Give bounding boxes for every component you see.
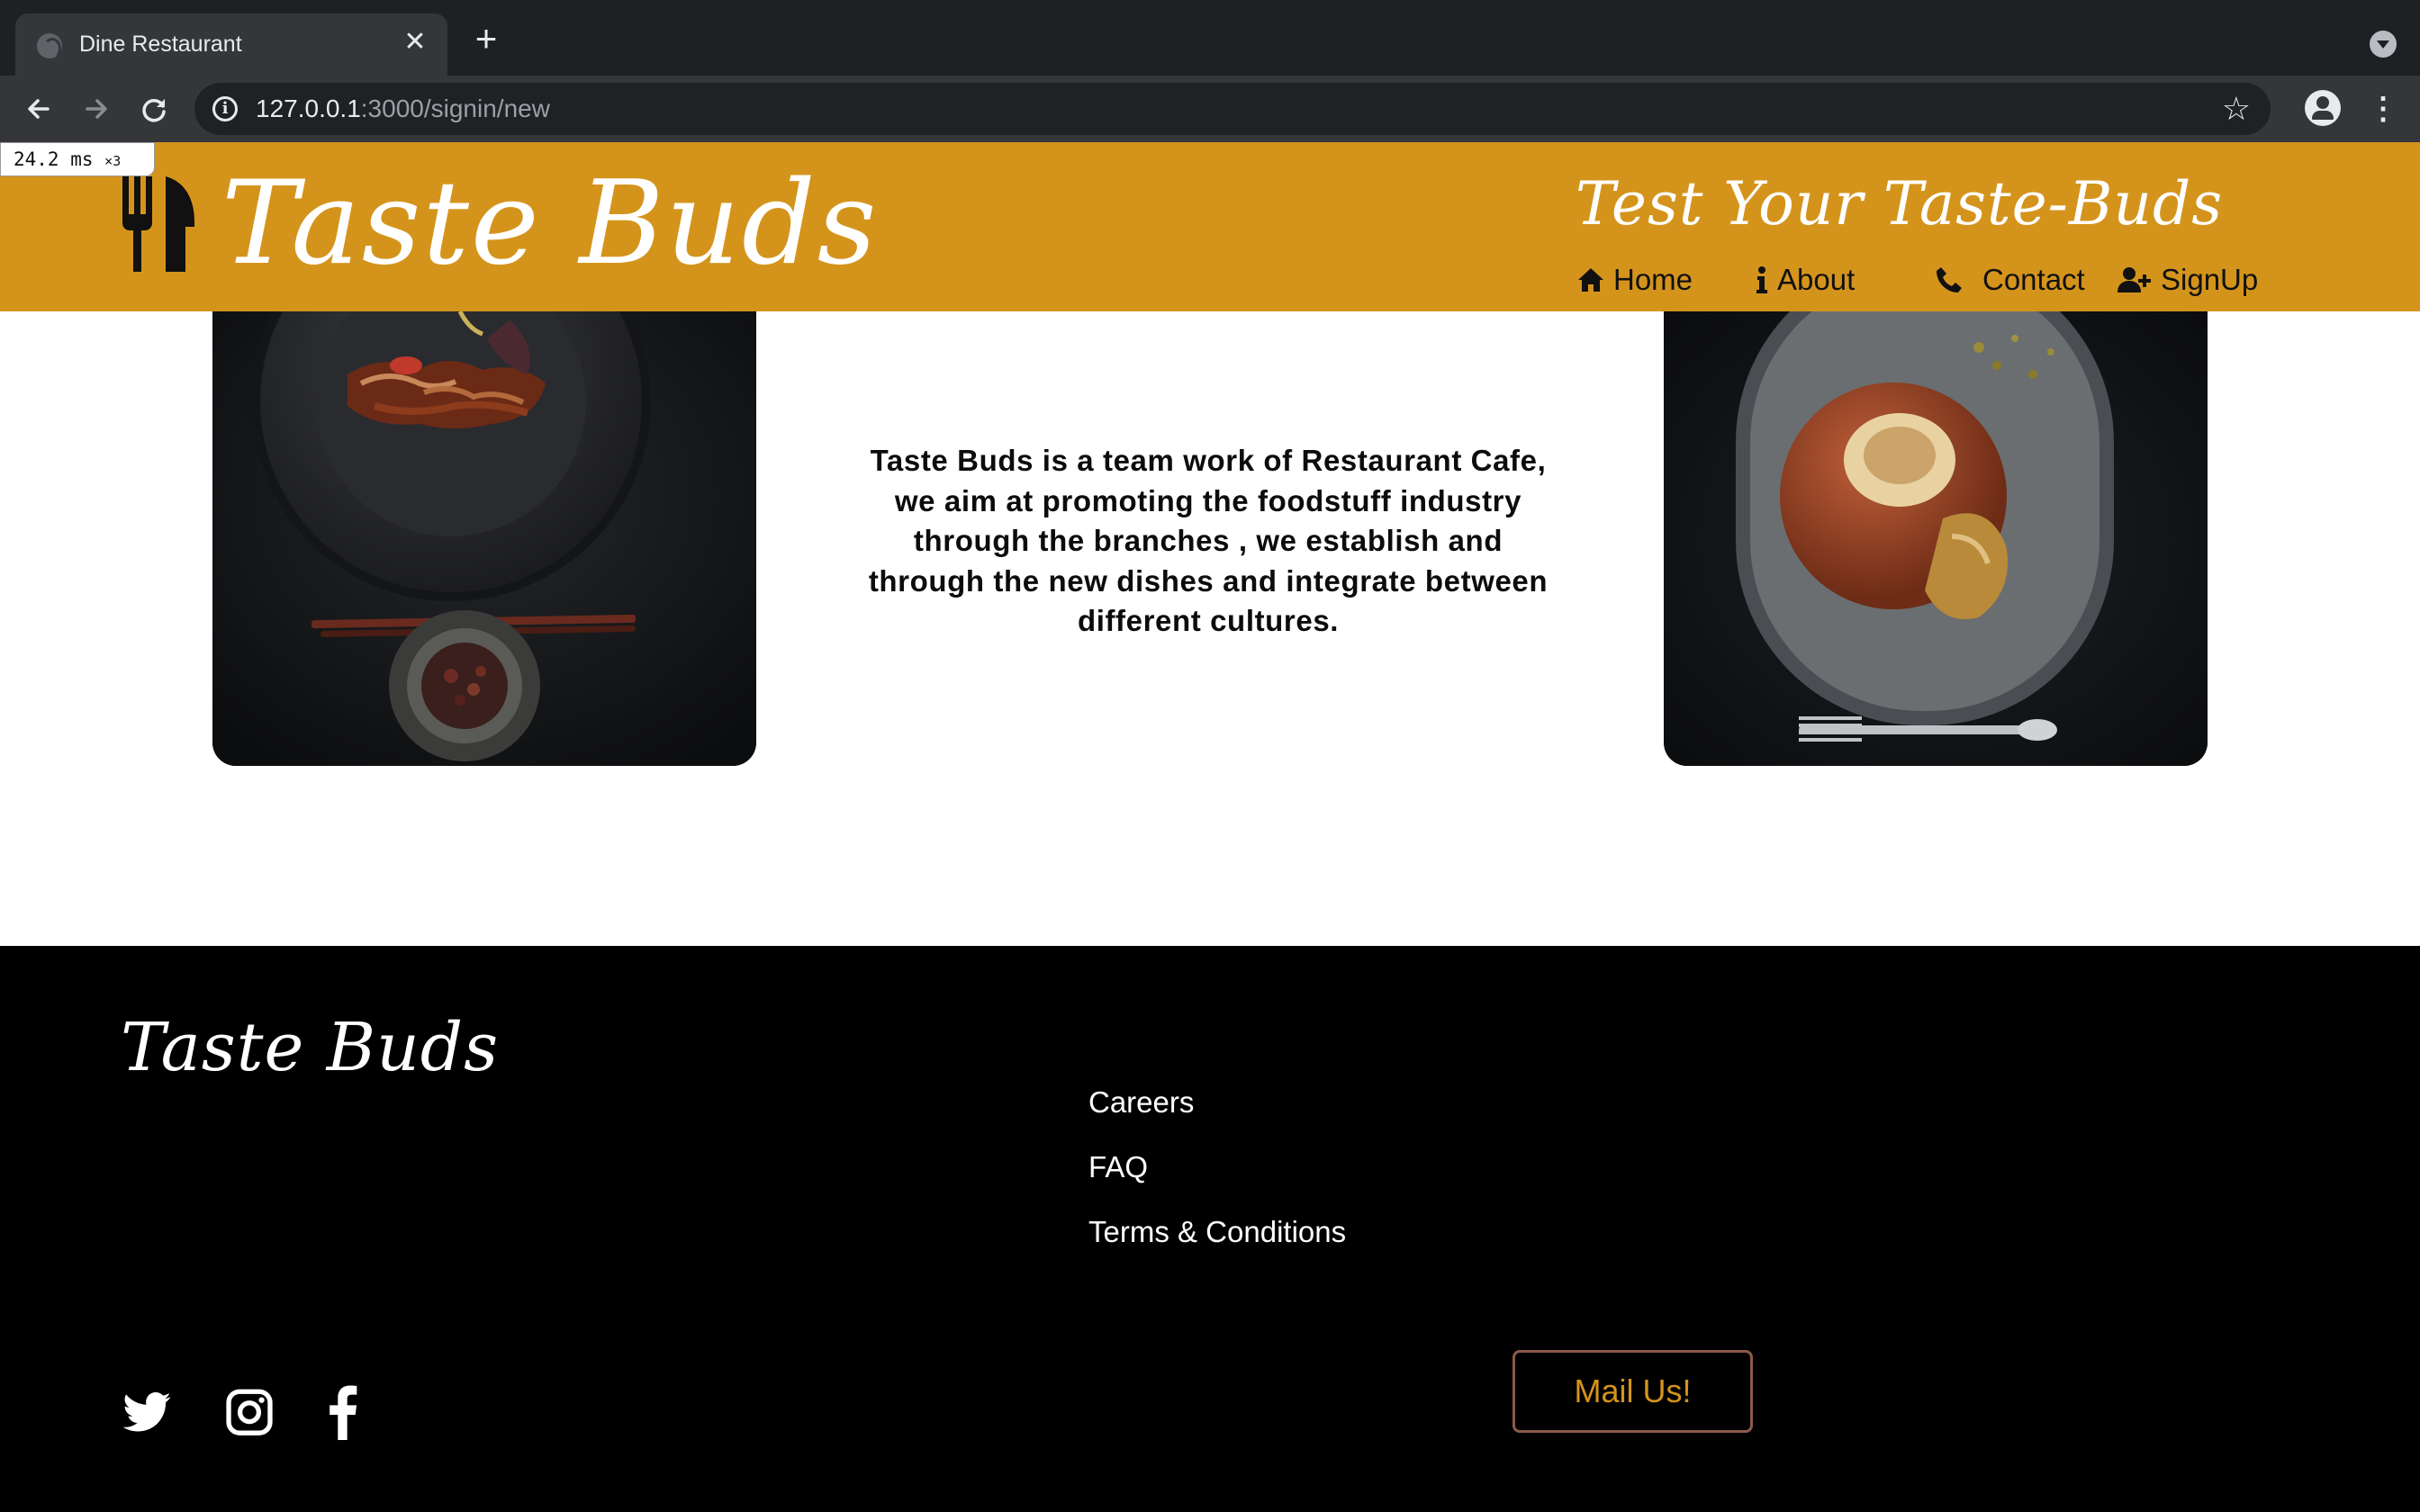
tagline: Test Your Taste-Buds xyxy=(1576,169,2224,238)
nav-signup[interactable]: SignUp xyxy=(2118,262,2258,298)
facebook-icon[interactable] xyxy=(321,1382,362,1440)
site-logo[interactable]: Taste Buds xyxy=(221,157,878,291)
nav-contact-label: Contact xyxy=(1982,263,2085,296)
new-tab-button[interactable]: + xyxy=(470,20,502,58)
browser-toolbar: i 127.0.0.1:3000/signin/new ☆ ⋮ xyxy=(0,76,2420,142)
nav-about[interactable]: About xyxy=(1756,262,1855,298)
site-footer: Taste Buds Careers FAQ Terms & Condition… xyxy=(0,946,2420,1512)
kebab-menu-icon[interactable]: ⋮ xyxy=(2368,88,2398,130)
phone-icon xyxy=(1937,267,1962,292)
back-button[interactable] xyxy=(18,88,59,130)
arrow-left-icon xyxy=(28,99,50,119)
profile-icon[interactable] xyxy=(2305,90,2341,126)
reload-button[interactable] xyxy=(133,88,175,130)
site-header: Taste Buds Test Your Taste-Buds Home Abo… xyxy=(0,142,2420,311)
bookmark-star-icon[interactable]: ☆ xyxy=(2222,91,2251,127)
user-plus-icon xyxy=(2118,267,2151,292)
globe-icon xyxy=(37,33,62,59)
tab-title: Dine Restaurant xyxy=(79,32,242,57)
mail-us-button[interactable]: Mail Us! xyxy=(1512,1350,1753,1433)
nav-home-label: Home xyxy=(1613,263,1693,296)
footer-link-terms[interactable]: Terms & Conditions xyxy=(1088,1215,1346,1249)
steak-dish-image xyxy=(212,311,756,766)
footer-logo[interactable]: Taste Buds xyxy=(121,1009,499,1086)
browser-tab-bar: Dine Restaurant ✕ + xyxy=(0,0,2420,76)
url-text: 127.0.0.1:3000/signin/new xyxy=(256,94,550,122)
nav-signup-label: SignUp xyxy=(2161,263,2259,296)
nav-home[interactable]: Home xyxy=(1577,262,1693,298)
instagram-icon[interactable] xyxy=(223,1382,275,1440)
browser-tab[interactable]: Dine Restaurant ✕ xyxy=(15,14,447,76)
about-section: Taste Buds is a team work of Restaurant … xyxy=(0,302,2420,946)
twitter-icon[interactable] xyxy=(121,1382,173,1440)
footer-link-faq[interactable]: FAQ xyxy=(1088,1150,1148,1184)
reload-icon xyxy=(142,99,166,122)
forward-button[interactable] xyxy=(76,88,117,130)
fork-knife-icon[interactable] xyxy=(121,176,196,272)
nav-contact[interactable]: Contact xyxy=(1936,262,2085,298)
home-icon xyxy=(1578,268,1603,292)
pastry-dish-image xyxy=(1664,311,2208,766)
tab-search-icon[interactable] xyxy=(2370,31,2397,58)
footer-link-careers[interactable]: Careers xyxy=(1088,1085,1194,1120)
close-tab-icon[interactable]: ✕ xyxy=(401,28,429,57)
address-bar[interactable]: i 127.0.0.1:3000/signin/new ☆ xyxy=(194,83,2271,135)
about-description: Taste Buds is a team work of Restaurant … xyxy=(868,444,1549,637)
perf-badge: 24.2 ms ×3 xyxy=(0,142,155,176)
nav-about-label: About xyxy=(1777,263,1856,296)
arrow-right-icon xyxy=(86,99,107,119)
info-icon[interactable]: i xyxy=(212,96,238,122)
info-icon xyxy=(1756,266,1767,293)
